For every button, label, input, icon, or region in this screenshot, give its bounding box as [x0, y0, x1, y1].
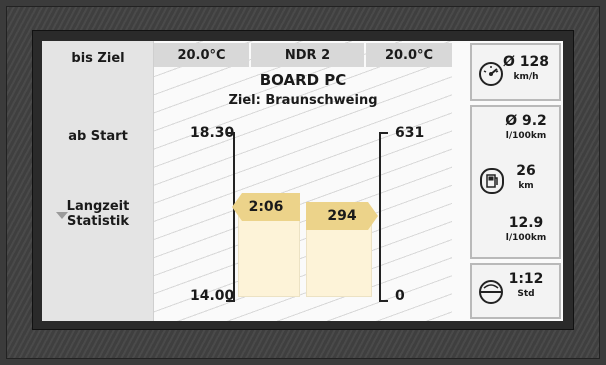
- current-consumption-value: 12.9: [508, 215, 544, 231]
- radio-station[interactable]: NDR 2: [251, 43, 364, 67]
- outside-temp-left: 20.0°C: [154, 43, 249, 67]
- speed-unit: km/h: [513, 72, 539, 82]
- duration-value: 1:12: [508, 271, 544, 287]
- avg-consumption-value: Ø 9.2: [505, 113, 547, 129]
- display-screen: bis Ziel ab Start Langzeit Statistik 20.…: [42, 41, 563, 321]
- left-scale-bracket: [226, 132, 235, 302]
- sidebar-item-langzeit-statistik[interactable]: Langzeit Statistik: [42, 199, 154, 229]
- sidebar-item-bis-ziel[interactable]: bis Ziel: [42, 51, 154, 66]
- sidebar-item-label: Langzeit: [66, 199, 130, 214]
- range-unit: km: [518, 181, 534, 191]
- right-scale-bracket: [379, 132, 388, 302]
- sidebar-item-label: Statistik: [66, 214, 130, 229]
- speed-panel[interactable]: Ø 128 km/h: [470, 43, 561, 101]
- sidebar-item-ab-start[interactable]: ab Start: [42, 129, 154, 144]
- right-scale-top: 631: [395, 125, 425, 141]
- duration-panel[interactable]: 1:12 Std: [470, 263, 561, 319]
- speed-readout: Ø 128 km/h: [497, 54, 555, 82]
- range-value: 26: [516, 163, 536, 179]
- avg-consumption-unit: l/100km: [505, 131, 547, 141]
- distance-tag: 294: [306, 202, 378, 230]
- sidebar: bis Ziel ab Start Langzeit Statistik: [42, 41, 154, 321]
- destination-subtitle: Ziel: Braunschweing: [228, 93, 378, 108]
- outside-temp-right: 20.0°C: [366, 43, 452, 67]
- page-title: BOARD PC: [259, 71, 347, 89]
- duration-unit: Std: [517, 289, 535, 299]
- time-tag: 2:06: [232, 193, 300, 221]
- current-consumption-readout: 12.9 l/100km: [497, 215, 555, 243]
- duration-readout: 1:12 Std: [497, 271, 555, 299]
- right-scale-bottom: 0: [395, 288, 405, 304]
- speed-value: Ø 128: [503, 54, 549, 70]
- consumption-panel[interactable]: Ø 9.2 l/100km 26 km 12.9 l/100km: [470, 105, 561, 259]
- current-consumption-unit: l/100km: [505, 233, 547, 243]
- avg-consumption-readout: Ø 9.2 l/100km: [497, 113, 555, 141]
- range-readout: 26 km: [497, 163, 555, 191]
